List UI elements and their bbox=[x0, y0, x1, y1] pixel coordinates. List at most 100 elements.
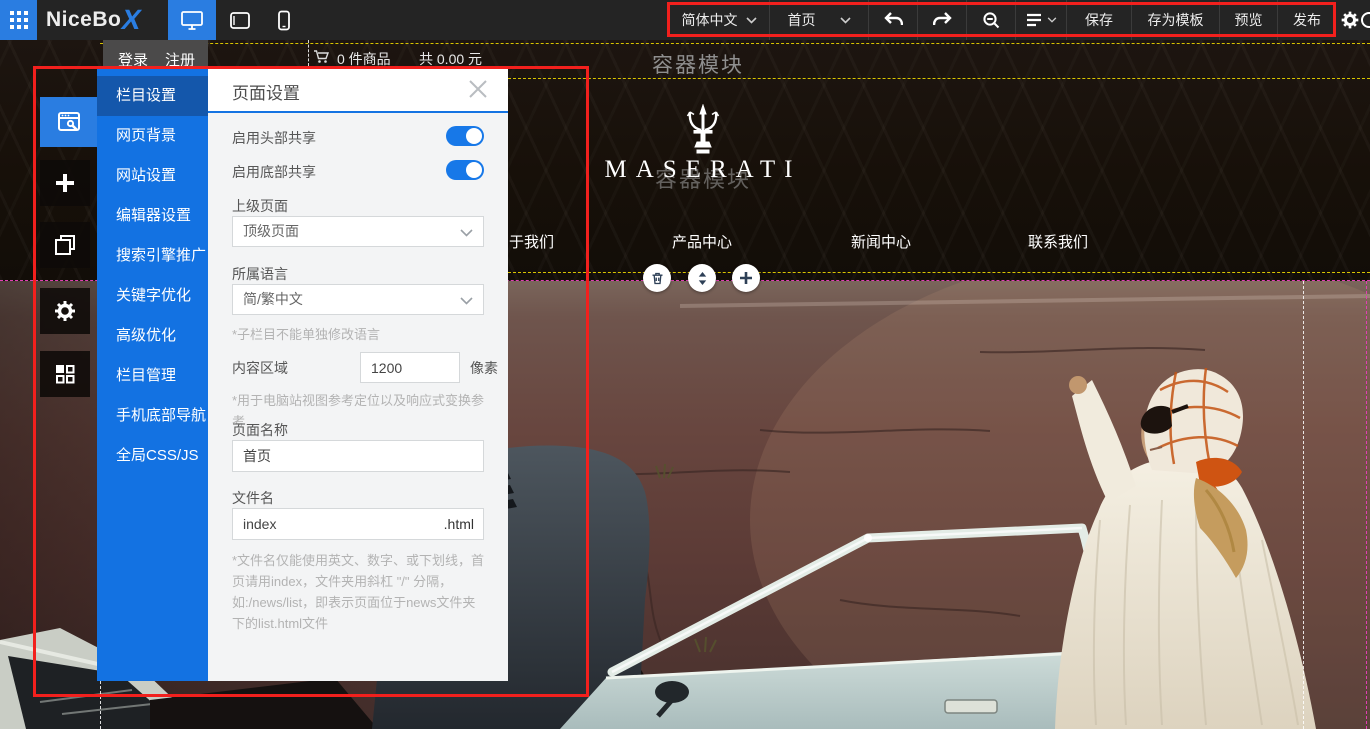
menu-item-advanced-optimization[interactable]: 高级优化 bbox=[97, 316, 208, 356]
save-as-template-button[interactable]: 存为模板 bbox=[1131, 0, 1219, 40]
undo-button[interactable] bbox=[868, 0, 917, 40]
chevron-down-icon bbox=[460, 297, 473, 305]
editor-stage: 登录 注册 0 件商品 共 0.00 元 容器模块 容器模块 MASER bbox=[0, 0, 1370, 729]
nav-item-news[interactable]: 新闻中心 bbox=[851, 231, 911, 252]
nav-item-about[interactable]: 于我们 bbox=[509, 231, 554, 252]
list-icon bbox=[1026, 13, 1042, 27]
module-add-button[interactable] bbox=[732, 264, 760, 292]
menu-item-global-css-js[interactable]: 全局CSS/JS bbox=[97, 436, 208, 476]
add-icon bbox=[54, 172, 76, 194]
rail-copy-button[interactable] bbox=[40, 222, 90, 268]
page-name-input[interactable] bbox=[232, 440, 484, 472]
page-list-menu-button[interactable] bbox=[1015, 0, 1066, 40]
content-width-label: 内容区域 bbox=[232, 358, 288, 378]
module-guide-yellow-top bbox=[100, 43, 1370, 44]
toolbar-help-button[interactable] bbox=[1360, 11, 1370, 34]
settings-menu: 栏目设置 网页背景 网站设置 编辑器设置 搜索引擎推广 关键字优化 高级优化 栏… bbox=[97, 66, 208, 681]
rail-modules-button[interactable] bbox=[40, 351, 90, 397]
app-grid-button[interactable] bbox=[0, 0, 37, 40]
maserati-trident-icon bbox=[684, 104, 722, 158]
menu-item-editor-settings[interactable]: 编辑器设置 bbox=[97, 196, 208, 236]
module-delete-button[interactable] bbox=[643, 264, 671, 292]
menu-item-label: 全局CSS/JS bbox=[116, 447, 199, 464]
menu-item-label: 手机底部导航 bbox=[116, 407, 206, 424]
redo-icon bbox=[933, 12, 952, 28]
menu-item-label: 关键字优化 bbox=[116, 287, 191, 304]
panel-close-button[interactable] bbox=[468, 79, 488, 104]
undo-icon bbox=[884, 12, 903, 28]
toolbar-right-group: 简体中文 首页 bbox=[669, 0, 1336, 40]
menu-item-seo-promotion[interactable]: 搜索引擎推广 bbox=[97, 236, 208, 276]
module-guide-yellow-second bbox=[508, 78, 1370, 79]
panel-header: 页面设置 bbox=[208, 66, 508, 113]
rail-page-settings-button[interactable] bbox=[40, 97, 97, 147]
nav-item-contact[interactable]: 联系我们 bbox=[1028, 231, 1088, 252]
footer-share-toggle[interactable] bbox=[446, 160, 484, 180]
desktop-icon bbox=[180, 10, 204, 31]
menu-item-label: 搜索引擎推广 bbox=[116, 247, 206, 264]
publish-button[interactable]: 发布 bbox=[1277, 0, 1336, 40]
content-width-guide-left bbox=[100, 681, 101, 729]
module-guide-magenta-right bbox=[1366, 281, 1367, 729]
menu-item-site-settings[interactable]: 网站设置 bbox=[97, 156, 208, 196]
toolbar-settings-button[interactable] bbox=[1340, 10, 1360, 35]
register-link[interactable]: 注册 bbox=[165, 49, 195, 66]
device-mobile-button[interactable] bbox=[264, 0, 304, 40]
login-link[interactable]: 登录 bbox=[118, 49, 148, 66]
preview-button[interactable]: 预览 bbox=[1219, 0, 1277, 40]
menu-item-page-background[interactable]: 网页背景 bbox=[97, 116, 208, 156]
zoom-out-icon bbox=[982, 11, 1000, 29]
page-name-label: 页面名称 bbox=[232, 420, 288, 440]
header-share-toggle[interactable] bbox=[446, 126, 484, 146]
parent-page-value: 顶级页面 bbox=[243, 223, 299, 239]
toggle-knob bbox=[466, 128, 482, 144]
cart-count: 0 件商品 bbox=[337, 49, 391, 66]
chevron-down-icon bbox=[746, 17, 757, 24]
page-selector[interactable]: 首页 bbox=[769, 0, 868, 40]
content-width-guide-right bbox=[1303, 281, 1304, 729]
menu-item-label: 编辑器设置 bbox=[116, 207, 191, 224]
language-select[interactable]: 简/繁中文 bbox=[232, 284, 484, 315]
menu-item-column-management[interactable]: 栏目管理 bbox=[97, 356, 208, 396]
plus-icon bbox=[739, 271, 753, 285]
top-toolbar: NiceBoX 简体中文 首页 bbox=[0, 0, 1370, 40]
page-settings-icon bbox=[57, 111, 81, 133]
device-desktop-button[interactable] bbox=[168, 0, 216, 40]
close-icon bbox=[468, 79, 488, 99]
toggle-knob bbox=[466, 162, 482, 178]
preview-button-label: 预览 bbox=[1235, 10, 1263, 30]
menu-item-keyword-optimization[interactable]: 关键字优化 bbox=[97, 276, 208, 316]
gear-icon bbox=[1340, 10, 1360, 30]
save-as-template-label: 存为模板 bbox=[1148, 10, 1204, 30]
chevron-down-icon bbox=[460, 229, 473, 237]
cart-icon bbox=[313, 49, 330, 64]
device-tablet-button[interactable] bbox=[216, 0, 264, 40]
copy-icon bbox=[54, 234, 76, 256]
blocks-grid-icon bbox=[54, 363, 76, 385]
publish-button-label: 发布 bbox=[1293, 10, 1321, 30]
parent-page-select[interactable]: 顶级页面 bbox=[232, 216, 484, 247]
menu-item-label: 栏目设置 bbox=[116, 87, 176, 104]
nav-item-products[interactable]: 产品中心 bbox=[672, 231, 732, 252]
redo-button[interactable] bbox=[917, 0, 966, 40]
site-logo-block[interactable]: 容器模块 MASERATI bbox=[553, 100, 853, 184]
module-sort-button[interactable] bbox=[688, 264, 716, 292]
app-grid-icon bbox=[10, 11, 28, 29]
menu-item-mobile-bottom-nav[interactable]: 手机底部导航 bbox=[97, 396, 208, 436]
content-width-input[interactable] bbox=[360, 352, 460, 383]
parent-page-label: 上级页面 bbox=[232, 196, 288, 216]
file-name-label: 文件名 bbox=[232, 488, 274, 508]
save-button-label: 保存 bbox=[1085, 10, 1113, 30]
rail-settings-button[interactable] bbox=[40, 288, 90, 334]
menu-item-column-settings[interactable]: 栏目设置 bbox=[97, 76, 208, 116]
rail-add-module-button[interactable] bbox=[40, 160, 90, 206]
header-share-label: 启用头部共享 bbox=[232, 128, 316, 148]
language-selector[interactable]: 简体中文 bbox=[669, 0, 769, 40]
zoom-out-button[interactable] bbox=[966, 0, 1015, 40]
gear-icon bbox=[53, 299, 77, 323]
logo-x: X bbox=[119, 6, 144, 34]
save-button[interactable]: 保存 bbox=[1066, 0, 1131, 40]
container-module-label-top: 容器模块 bbox=[652, 49, 744, 79]
content-width-unit: 像素 bbox=[470, 358, 498, 378]
tablet-icon bbox=[229, 11, 251, 30]
